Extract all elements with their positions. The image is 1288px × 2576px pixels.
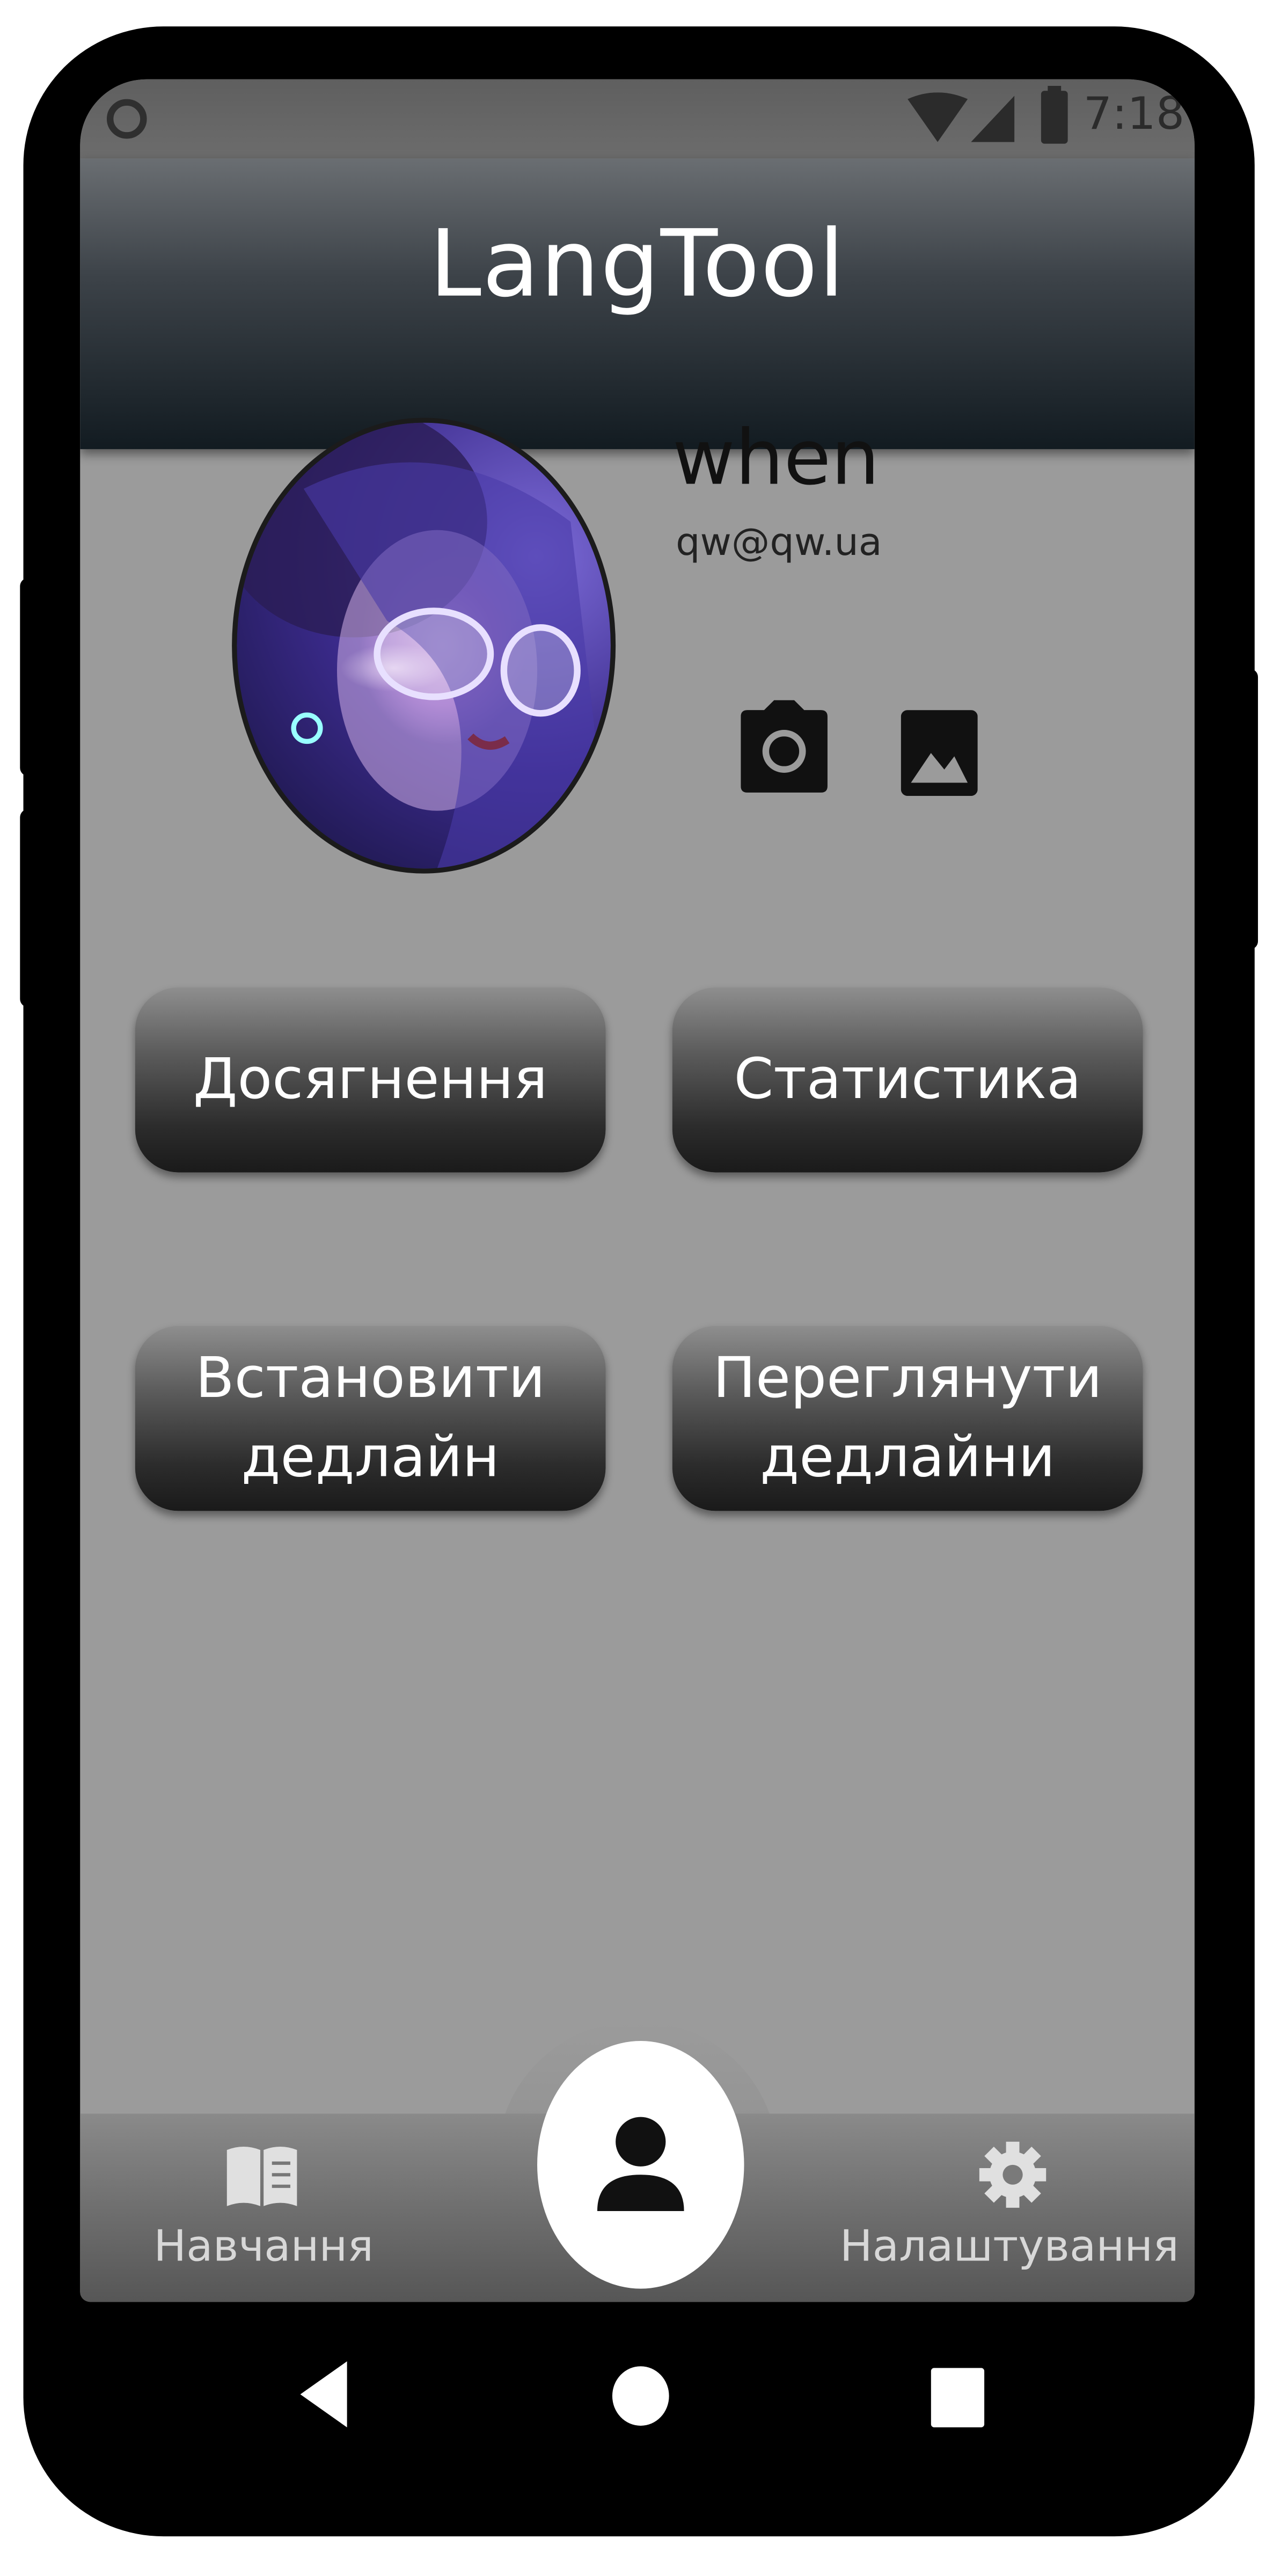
nav-item-settings[interactable]: Налаштування [838, 2137, 1181, 2286]
wifi-icon [908, 92, 968, 142]
set-deadline-button[interactable]: Встановити дедлайн [135, 1326, 606, 1511]
recents-icon[interactable] [931, 2368, 985, 2428]
book-icon [226, 2146, 297, 2206]
nav-label-learning: Навчання [153, 2222, 374, 2272]
volume-down-button [20, 809, 37, 1007]
power-button [1241, 669, 1258, 950]
avatar[interactable] [232, 418, 616, 874]
status-bar: 7:18 [80, 79, 1195, 159]
view-deadlines-button[interactable]: Переглянути дедлайни [672, 1326, 1143, 1511]
circle-icon [106, 99, 147, 139]
view-deadlines-label-line1: Переглянути [713, 1345, 1102, 1412]
avatar-image [237, 422, 611, 869]
page-title: LangTool [429, 211, 846, 319]
nav-label-settings: Налаштування [839, 2222, 1179, 2272]
home-icon[interactable] [611, 2365, 671, 2427]
gallery-icon[interactable] [901, 710, 978, 796]
nav-item-learning[interactable]: Навчання [130, 2137, 397, 2286]
profile-name: when [672, 413, 880, 502]
battery-icon [1041, 85, 1068, 144]
status-time: 7:18 [1083, 89, 1185, 141]
back-icon[interactable] [300, 2361, 350, 2428]
achievements-button-label: Досягнення [193, 1046, 548, 1113]
view-deadlines-label-line2: дедлайни [760, 1425, 1056, 1491]
set-deadline-label-line2: дедлайн [241, 1425, 500, 1491]
signal-icon [971, 96, 1015, 142]
statistics-button-label: Статистика [734, 1046, 1081, 1113]
profile-fab-button[interactable] [537, 2041, 744, 2289]
profile-email: qw@qw.ua [676, 522, 882, 565]
volume-up-button [20, 577, 37, 777]
achievements-button[interactable]: Досягнення [135, 987, 606, 1173]
phone-mockup: 7:18 LangTool when qw@qw.ua Досягнення С… [0, 0, 1288, 2576]
gear-icon [979, 2141, 1046, 2208]
camera-icon[interactable] [741, 700, 828, 793]
app-screen: 7:18 LangTool when qw@qw.ua Досягнення С… [80, 79, 1195, 2302]
statistics-button[interactable]: Статистика [672, 987, 1143, 1173]
person-icon [597, 2117, 684, 2211]
set-deadline-label-line1: Встановити [195, 1345, 546, 1412]
